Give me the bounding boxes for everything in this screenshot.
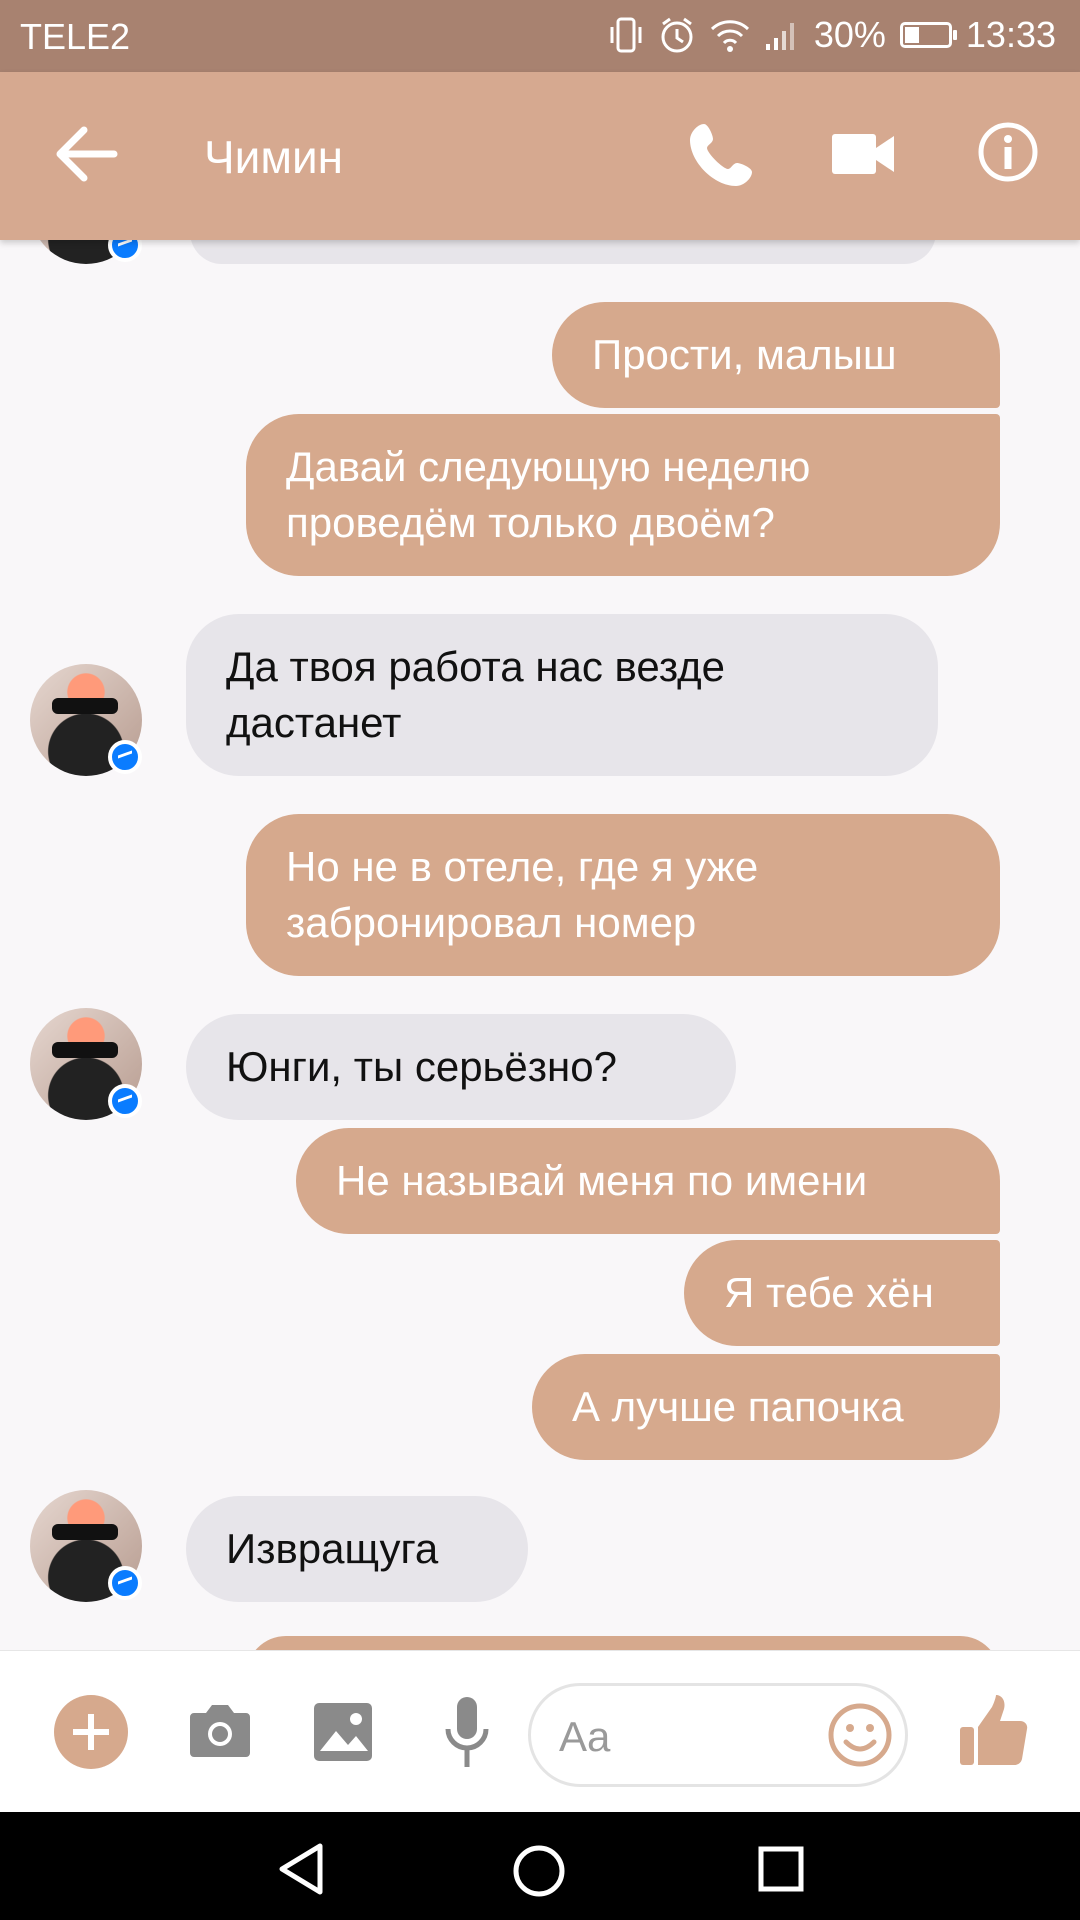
message-thread[interactable]: Прости, малыш Давай следующую неделю про…: [0, 240, 1080, 1650]
message-bubble-partial: [246, 1636, 1000, 1650]
contact-avatar[interactable]: [30, 1490, 142, 1602]
info-icon[interactable]: [976, 120, 1040, 184]
wifi-icon: [710, 20, 749, 52]
message-bubble-incoming[interactable]: Да твоя работа нас везде дастанет: [186, 614, 938, 776]
plus-icon[interactable]: [54, 1695, 128, 1769]
message-bubble-outgoing[interactable]: Прости, малыш: [552, 302, 1000, 408]
system-navigation-bar: [0, 1812, 1080, 1920]
nav-home-icon[interactable]: [512, 1844, 566, 1898]
contact-avatar[interactable]: [30, 664, 142, 776]
status-indicators: 30% 13:33: [608, 14, 1056, 56]
message-bubble-incoming[interactable]: Юнги, ты серьёзно?: [186, 1014, 736, 1120]
message-bubble-partial: [190, 240, 936, 264]
camera-icon[interactable]: [186, 1701, 254, 1761]
signal-icon: [765, 23, 794, 50]
battery-icon: [899, 22, 957, 48]
image-icon[interactable]: [312, 1701, 374, 1763]
message-bubble-outgoing[interactable]: Давай следующую неделю проведём только д…: [246, 414, 1000, 576]
message-bubble-outgoing[interactable]: Но не в отеле, где я уже забронировал но…: [246, 814, 1000, 976]
alarm-icon: [661, 17, 693, 53]
messenger-badge-icon: [108, 240, 142, 262]
message-bubble-outgoing[interactable]: А лучше папочка: [532, 1354, 1000, 1460]
avatar-sunglasses: [52, 1524, 118, 1540]
nav-back-icon[interactable]: [276, 1842, 326, 1896]
video-camera-icon[interactable]: [832, 130, 896, 178]
message-bubble-incoming[interactable]: Извращуга: [186, 1496, 528, 1602]
messenger-badge-icon: [108, 1566, 142, 1600]
clock: 13:33: [965, 14, 1056, 55]
battery-percent: 30%: [813, 14, 886, 55]
microphone-icon[interactable]: [444, 1695, 490, 1771]
message-composer: [0, 1650, 1080, 1813]
contact-name[interactable]: Чимин: [204, 130, 343, 184]
messenger-badge-icon: [108, 740, 142, 774]
avatar-sunglasses: [52, 698, 118, 714]
message-bubble-outgoing[interactable]: Я тебе хён: [684, 1240, 1000, 1346]
contact-avatar[interactable]: [30, 240, 142, 264]
status-bar: TELE2 30% 13:33: [0, 0, 1080, 72]
contact-avatar[interactable]: [30, 1008, 142, 1120]
thumbs-up-icon[interactable]: [958, 1693, 1028, 1769]
phone-icon[interactable]: [686, 120, 756, 190]
messenger-badge-icon: [108, 1084, 142, 1118]
back-arrow-icon[interactable]: [52, 124, 118, 184]
nav-recents-icon[interactable]: [758, 1846, 804, 1892]
message-input-container: [528, 1683, 908, 1787]
carrier-label: TELE2: [20, 16, 131, 57]
emoji-icon[interactable]: [827, 1702, 893, 1768]
message-input[interactable]: [557, 1706, 811, 1768]
message-bubble-outgoing[interactable]: Не называй меня по имени: [296, 1128, 1000, 1234]
avatar-sunglasses: [52, 1042, 118, 1058]
conversation-header: Чимин: [0, 72, 1080, 240]
vibrate-icon: [610, 17, 642, 53]
